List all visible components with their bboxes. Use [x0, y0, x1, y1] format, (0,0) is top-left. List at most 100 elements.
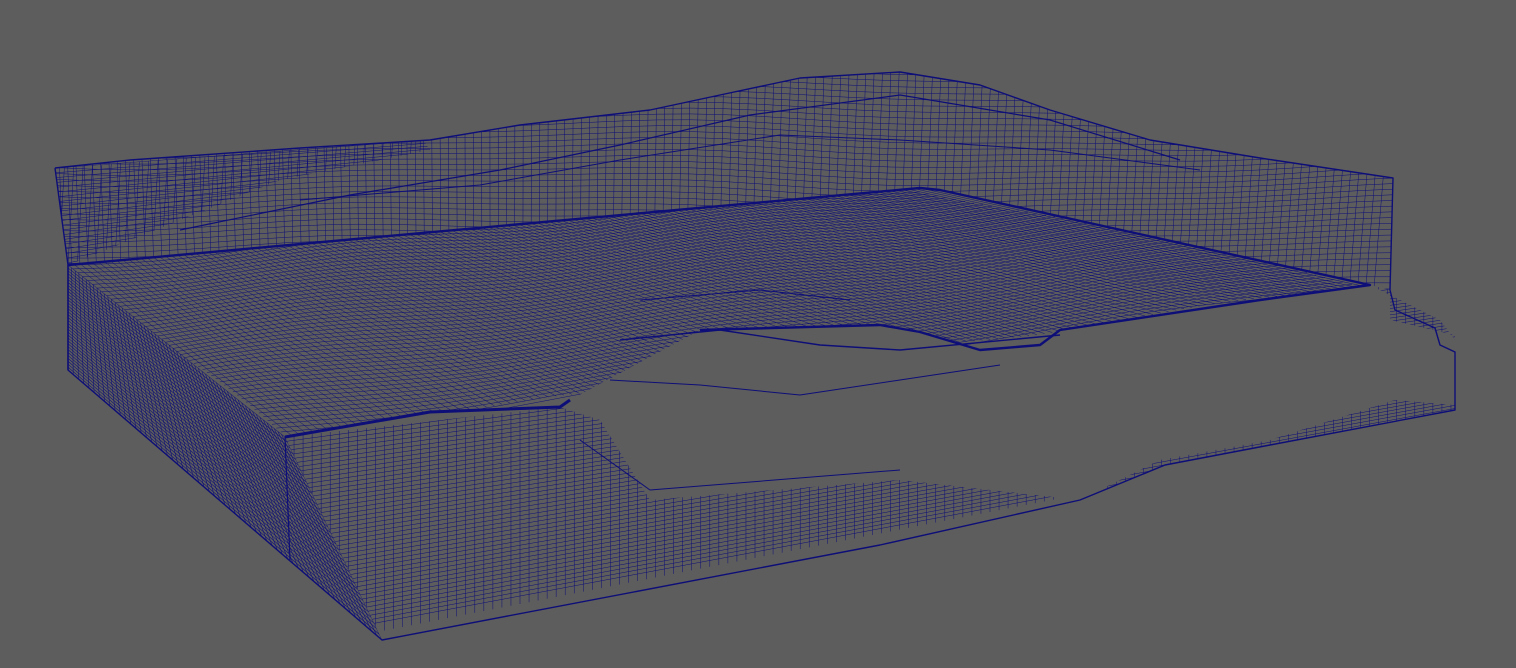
mesh-edge	[55, 167, 56, 265]
mesh-edge	[923, 72, 934, 290]
mesh-edge	[547, 72, 549, 290]
wireframe-terrain-mesh[interactable]	[0, 0, 1516, 668]
domain-boundary-ring	[284, 398, 571, 439]
mesh-edge	[405, 72, 409, 290]
mesh-edge	[55, 90, 1393, 107]
mesh-edge	[1356, 72, 1377, 290]
mesh-edge	[955, 72, 967, 290]
mesh-edge	[972, 72, 984, 290]
mesh-edge	[55, 72, 1393, 84]
mesh-edge	[1111, 72, 1126, 290]
mesh-edge	[506, 225, 844, 357]
mesh-edge	[1233, 72, 1252, 290]
mesh-edge	[285, 373, 1455, 573]
mesh-edge	[55, 119, 1393, 136]
mesh-edge	[322, 72, 327, 290]
mesh-edge	[389, 72, 393, 290]
mesh-edge	[1299, 72, 1318, 290]
mesh-edge	[232, 260, 1263, 393]
mesh-edge	[555, 72, 557, 290]
mesh-edge	[591, 217, 952, 344]
mesh-edge	[857, 72, 867, 290]
mesh-edge	[55, 79, 1393, 96]
mesh-edge	[285, 401, 1455, 614]
mesh-edge	[702, 72, 708, 290]
mesh-edge	[281, 150, 290, 265]
mesh-edge	[980, 72, 992, 290]
mesh-edge	[285, 419, 1455, 640]
mesh-edge	[285, 369, 1455, 569]
mesh-edge	[751, 72, 758, 290]
mesh-edge	[895, 189, 1340, 292]
3d-viewport[interactable]	[0, 0, 1516, 668]
mesh-edge	[55, 113, 1393, 130]
mesh-edge	[286, 244, 565, 396]
mesh-edge	[1315, 72, 1335, 290]
mesh-edge	[718, 72, 725, 290]
terrain-ridge	[299, 134, 1201, 201]
mesh-edge	[272, 72, 278, 290]
mesh-edge	[205, 72, 213, 290]
mesh-geometry	[54, 71, 1456, 641]
mesh-edge	[290, 149, 299, 265]
mesh-edge	[276, 284, 1353, 429]
mesh-edge	[412, 140, 421, 265]
mesh-edge	[1062, 72, 1076, 290]
mesh-edge	[55, 72, 1393, 79]
mesh-edge	[55, 96, 1393, 113]
mesh-edge	[68, 326, 342, 556]
terrain-step	[639, 289, 851, 301]
mesh-edge	[284, 288, 1370, 437]
mesh-edge	[726, 72, 733, 290]
mesh-edge	[775, 72, 783, 290]
mesh-edge	[472, 72, 474, 290]
mesh-edge	[499, 225, 836, 359]
mesh-edge	[1331, 72, 1352, 290]
mesh-edge	[1364, 72, 1385, 290]
mesh-edge	[330, 72, 336, 290]
mesh-edge	[55, 137, 1393, 153]
mesh-edge	[285, 388, 1455, 596]
mesh-edge	[55, 84, 1393, 101]
mesh-edge	[1282, 72, 1302, 290]
mesh-edge	[68, 317, 334, 539]
mesh-edge	[1323, 72, 1344, 290]
mesh-edge	[285, 413, 1455, 632]
mesh-edge	[55, 280, 1393, 290]
mesh-edge	[522, 72, 524, 290]
mesh-edge	[841, 72, 850, 290]
mesh-edge	[285, 404, 1455, 618]
mesh-edge	[759, 72, 767, 290]
mesh-edge	[55, 205, 1393, 222]
terrain-step	[609, 364, 1001, 396]
mesh-edge	[603, 216, 968, 342]
mesh-edge	[285, 407, 1455, 623]
mesh-edge	[285, 382, 1455, 587]
mesh-edge	[1143, 72, 1160, 290]
mesh-edge	[258, 274, 1317, 414]
mesh-edge	[947, 72, 959, 290]
mesh-edge	[786, 199, 1200, 307]
mesh-edge	[414, 72, 417, 290]
mesh-edge	[339, 72, 344, 290]
mesh-edge	[538, 72, 541, 290]
mesh-edge	[694, 72, 700, 290]
mesh-edge	[285, 385, 1455, 591]
mesh-edge	[285, 416, 1455, 636]
mesh-edge	[65, 166, 74, 265]
mesh-edge	[285, 391, 1455, 600]
mesh-edge	[1307, 72, 1327, 290]
mesh-edge	[1160, 72, 1176, 290]
mesh-edge	[285, 326, 1455, 505]
mesh-edge	[55, 223, 1393, 240]
mesh-edge	[68, 337, 353, 579]
mesh-edge	[55, 154, 1393, 171]
mesh-edge	[431, 72, 434, 290]
mesh-edge	[1225, 72, 1243, 290]
mesh-edge	[219, 253, 1236, 383]
mesh-edge	[68, 323, 340, 550]
mesh-edge	[285, 397, 1455, 609]
mesh-edge	[68, 361, 375, 624]
mesh-edge	[615, 215, 983, 341]
mesh-edge	[55, 274, 1393, 290]
